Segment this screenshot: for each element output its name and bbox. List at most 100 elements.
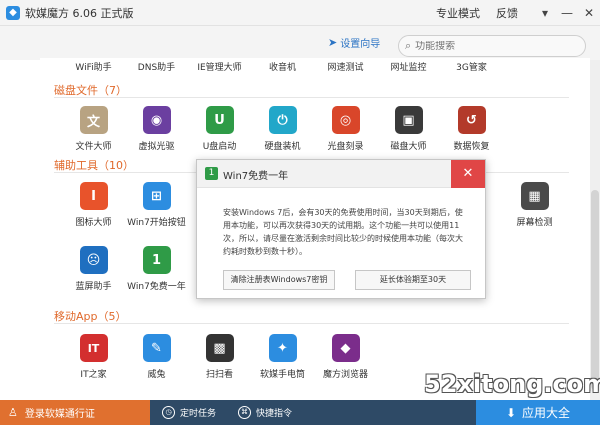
divider [54,323,569,324]
bottom-bar: ♙ 登录软媒通行证 ◷ 定时任务 ⌘ 快捷指令 ⬇ 应用大全 [0,400,600,425]
disk-master-icon: ▣ [394,106,423,134]
tool-label: 蓝屏助手 [75,282,112,292]
ithome-icon: IT [79,334,108,362]
login-button[interactable]: ♙ 登录软媒通行证 [0,400,150,425]
app-browser[interactable]: ◆ 魔方浏览器 [314,334,377,380]
usb-boot-icon: U [205,106,234,134]
tool-label: IT之家 [80,370,107,380]
win7-free-icon: 1 [142,246,171,274]
search-input[interactable] [415,40,566,52]
tool-icon-master[interactable]: I 图标大师 [62,182,125,228]
minimize-icon[interactable]: — [556,0,578,26]
app-logo-icon: ◆ [6,5,20,20]
quick-command-label: 快捷指令 [256,409,293,419]
tool-label: 文件大师 [75,142,112,152]
qr-scan-icon: ▩ [205,334,234,362]
skin-icon[interactable]: ▾ [534,0,556,26]
virtual-drive-icon: ◉ [142,106,171,134]
top-toolbar: ➤ 设置向导 ⌕ [0,26,600,60]
flashlight-icon: ✦ [268,334,297,362]
close-icon[interactable]: ✕ [451,160,485,188]
weitu-icon: ✎ [142,334,171,362]
app-title: 软媒魔方 6.06 正式版 [25,6,134,20]
tool-label: 光盘刻录 [327,142,364,152]
feedback-link[interactable]: 反馈 [496,5,518,21]
tool-data-recovery[interactable]: ↺ 数据恢复 [440,106,503,152]
app-weitu[interactable]: ✎ 威兔 [125,334,188,380]
scheduled-task-label: 定时任务 [180,409,217,419]
tool-label: 磁盘大师 [390,142,427,152]
disc-burn-icon: ◎ [331,106,360,134]
tool-label: Win7免费一年 [127,282,186,292]
tool-label[interactable]: 网速测试 [314,60,377,73]
tool-label: 数据恢复 [453,142,490,152]
disk-install-icon: ⏻ [268,106,297,134]
screen-test-icon: ▦ [520,182,549,210]
tool-label: 虚拟光驱 [138,142,175,152]
clock-icon: ◷ [162,406,175,419]
pro-mode-link[interactable]: 专业模式 [436,5,480,21]
clear-registry-key-button[interactable]: 清除注册表Windows7密钥 [223,270,335,290]
title-bar: ◆ 软媒魔方 6.06 正式版 专业模式 反馈 ▾ — ✕ [0,0,600,26]
setup-wizard-link[interactable]: ➤ 设置向导 [328,35,380,50]
all-apps-button[interactable]: ⬇ 应用大全 [476,400,600,425]
tool-label: Win7开始按钮 [127,218,186,228]
scheduled-task-button[interactable]: ◷ 定时任务 [162,400,216,425]
tool-label[interactable]: 3G管家 [440,60,503,73]
close-window-icon[interactable]: ✕ [578,0,600,26]
divider [54,97,569,98]
mobile-apps-grid: IT IT之家 ✎ 威兔 ▩ 扫扫看 ✦ 软媒手电筒 ◆ 魔方浏览器 [62,334,377,380]
tool-label: U盘启动 [202,142,237,152]
bsod-helper-icon: ☹ [79,246,108,274]
section-title-disk: 磁盘文件（7） [54,84,127,97]
extend-trial-button[interactable]: 延长体验期至30天 [355,270,471,290]
helper-tools-grid-row2: ☹ 蓝屏助手 1 Win7免费一年 [62,246,188,292]
tool-disk-install[interactable]: ⏻ 硬盘装机 [251,106,314,152]
dialog-title: Win7免费一年 [223,171,289,182]
quick-command-button[interactable]: ⌘ 快捷指令 [238,400,292,425]
navigation-arrow-icon: ➤ [328,36,338,49]
tool-disk-master[interactable]: ▣ 磁盘大师 [377,106,440,152]
win7-free-icon: 1 [205,167,218,180]
download-arrow-icon: ⬇ [505,405,517,420]
tool-usb-boot[interactable]: U U盘启动 [188,106,251,152]
search-icon: ⌕ [405,39,412,52]
scrollbar-thumb[interactable] [591,190,599,390]
watermark: 52xitong.com [424,370,600,398]
all-apps-label: 应用大全 [522,406,571,420]
tool-label: 魔方浏览器 [322,370,368,380]
tool-label: 硬盘装机 [264,142,301,152]
tool-label[interactable]: 网址监控 [377,60,440,73]
tool-virtual-drive[interactable]: ◉ 虚拟光驱 [125,106,188,152]
user-icon: ♙ [8,406,18,419]
tool-screen-test[interactable]: ▦ 屏幕检测 [503,182,566,228]
tool-label[interactable]: DNS助手 [125,60,188,73]
tool-label: 屏幕检测 [516,218,553,228]
tool-label[interactable]: WiFi助手 [62,60,125,73]
icon-master-icon: I [79,182,108,210]
tool-bsod-helper[interactable]: ☹ 蓝屏助手 [62,246,125,292]
section-title-mobile: 移动App（5） [54,310,127,323]
tool-win7-free[interactable]: 1 Win7免费一年 [125,246,188,292]
tool-label: 扫扫看 [205,370,233,380]
disk-tools-grid: 文文件大师 ◉ 虚拟光驱 U U盘启动 ⏻ 硬盘装机 ◎ 光盘刻录 ▣ 磁盘大师 ↺ 数据恢… [62,106,503,152]
search-box[interactable]: ⌕ [398,35,586,57]
tool-file-master[interactable]: 文文件大师 [62,106,125,152]
win7-free-dialog: 1 Win7免费一年 ✕ 安装Windows 7后，会有30天的免费使用时间，当… [196,159,486,299]
app-ithome[interactable]: IT IT之家 [62,334,125,380]
setup-wizard-label: 设置向导 [340,39,381,50]
tool-label[interactable]: 收音机 [251,60,314,73]
tool-disc-burn[interactable]: ◎ 光盘刻录 [314,106,377,152]
app-flashlight[interactable]: ✦ 软媒手电筒 [251,334,314,380]
win7-start-icon: ⊞ [142,182,171,210]
app-qr-scan[interactable]: ▩ 扫扫看 [188,334,251,380]
file-master-icon: 文 [79,106,108,134]
tool-win7-start[interactable]: ⊞ Win7开始按钮 [125,182,188,228]
tool-label: 威兔 [147,370,166,380]
dialog-message: 安装Windows 7后，会有30天的免费使用时间，当30天到期后，使用本功能，… [223,208,463,256]
dialog-header: 1 Win7免费一年 ✕ [197,160,485,188]
scrollbar[interactable] [590,60,600,400]
tool-label: 软媒手电筒 [259,370,305,380]
data-recovery-icon: ↺ [457,106,486,134]
tool-label[interactable]: IE管理大师 [188,60,251,73]
